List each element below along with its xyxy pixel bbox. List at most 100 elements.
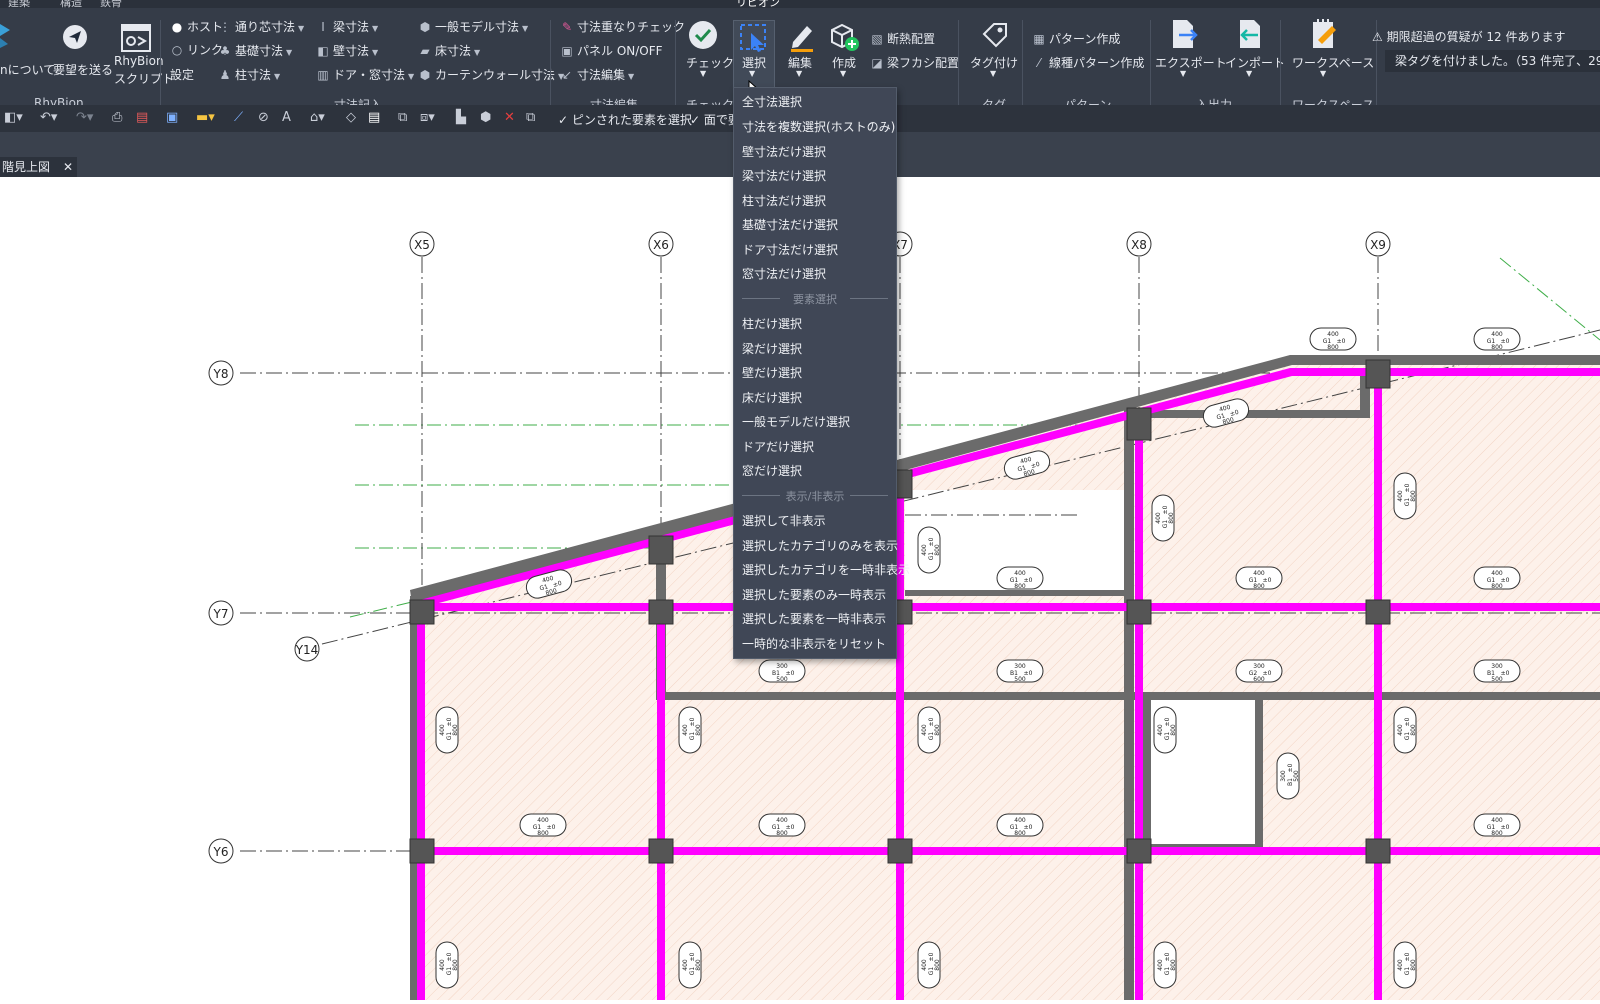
generic-model-dim-button[interactable]: ⬢ 一般モデル寸法 ▼ bbox=[418, 18, 528, 35]
send-icon[interactable] bbox=[62, 24, 88, 54]
chevron-down-icon[interactable]: ▼ bbox=[1246, 69, 1252, 78]
sheet-icon[interactable]: ▣ bbox=[166, 110, 178, 125]
export-button[interactable]: エクスポート bbox=[1155, 54, 1227, 71]
slab-tag[interactable]: 400 G1 ±0 800 bbox=[917, 526, 941, 574]
export-pdf-icon[interactable]: ▤ bbox=[136, 110, 148, 125]
foundation-dim-button[interactable]: ♣ 基礎寸法 ▼ bbox=[218, 42, 293, 59]
settings-button[interactable]: 設定 bbox=[170, 66, 194, 83]
create-box-icon[interactable] bbox=[828, 20, 860, 56]
floor-dim-button[interactable]: ▰ 床寸法 ▼ bbox=[418, 42, 480, 59]
menu-item-walls[interactable]: 壁だけ選択 bbox=[742, 364, 802, 381]
menu-item-temp-hide-category[interactable]: 選択したカテゴリを一時非表示 bbox=[742, 561, 910, 578]
copy-icon[interactable]: ⧉ bbox=[526, 110, 535, 125]
menu-tab[interactable]: 建築 bbox=[8, 0, 30, 8]
slab-tag[interactable]: 300 B1 ±0 500 bbox=[1276, 752, 1300, 800]
curtain-wall-dim-button[interactable]: ⬢ カーテンウォール寸法 ▼ bbox=[418, 66, 564, 83]
menu-item-doors[interactable]: ドアだけ選択 bbox=[742, 438, 814, 455]
menu-item-floors[interactable]: 床だけ選択 bbox=[742, 389, 802, 406]
array-icon[interactable]: ⬢ bbox=[480, 110, 491, 125]
thin-lines-icon[interactable]: ▤ bbox=[368, 110, 380, 125]
slab-tag[interactable]: 400 G1 ±0 800 bbox=[435, 941, 459, 989]
slab-tag[interactable]: 400 G1 ±0 800 bbox=[435, 706, 459, 754]
pencil-icon[interactable] bbox=[788, 20, 816, 56]
chevron-down-icon[interactable]: ▼ bbox=[700, 69, 706, 78]
workspace-icon[interactable] bbox=[1310, 18, 1340, 54]
slab-tag[interactable]: 400 G1 ±0 800 bbox=[1393, 472, 1417, 520]
menu-item-beams[interactable]: 梁だけ選択 bbox=[742, 340, 802, 357]
slab-tag[interactable]: 400 G1 ±0 800 bbox=[758, 813, 806, 837]
import-button[interactable]: インポート bbox=[1225, 54, 1285, 71]
cube-icon[interactable]: ◧▾ bbox=[4, 110, 23, 125]
slab-tag[interactable]: 400 G1 ±0 800 bbox=[1473, 566, 1521, 590]
menu-item-temp-isolate-elements[interactable]: 選択した要素のみ一時表示 bbox=[742, 586, 886, 603]
menu-item-wall-dims[interactable]: 壁寸法だけ選択 bbox=[742, 143, 826, 160]
slab-tag[interactable]: 400 G1 ±0 800 bbox=[519, 813, 567, 837]
menu-item-columns[interactable]: 柱だけ選択 bbox=[742, 315, 802, 332]
menu-item-column-dims[interactable]: 柱寸法だけ選択 bbox=[742, 192, 826, 209]
chevron-down-icon[interactable]: ▼ bbox=[840, 69, 846, 78]
pattern-create-button[interactable]: ▦ パターン作成 bbox=[1032, 30, 1120, 47]
about-button[interactable]: nについて bbox=[0, 61, 55, 78]
undo-icon[interactable]: ↶▾ bbox=[40, 110, 57, 125]
dimension-icon[interactable]: ⟋ bbox=[234, 110, 243, 125]
beam-dim-button[interactable]: Ⅰ 梁寸法 ▼ bbox=[316, 18, 378, 35]
pinned-select-toggle[interactable]: ✓ ピンされた要素を選択 bbox=[558, 111, 692, 128]
menu-item-temp-hide-elements[interactable]: 選択した要素を一時非表示 bbox=[742, 610, 886, 627]
overdue-notice[interactable]: ⚠ 期限超過の質疑が 12 件あります bbox=[1372, 28, 1565, 45]
tag-small-icon[interactable]: ⊘ bbox=[258, 110, 269, 125]
menu-item-beam-dims[interactable]: 梁寸法だけ選択 bbox=[742, 167, 826, 184]
chevron-down-icon[interactable]: ▼ bbox=[990, 69, 996, 78]
panel-toggle-button[interactable]: ▣ パネル ON/OFF bbox=[560, 42, 662, 59]
column-dim-button[interactable]: ♟ 柱寸法 ▼ bbox=[218, 66, 281, 83]
menu-item-reset-temp-hide[interactable]: 一時的な非表示をリセット bbox=[742, 635, 886, 652]
slab-tag[interactable]: 400 G1 ±0 800 bbox=[1153, 706, 1177, 754]
check-button[interactable]: チェック bbox=[686, 54, 734, 71]
slab-tag[interactable]: 400 G1 ±0 800 bbox=[996, 566, 1044, 590]
slab-tag[interactable]: 300 B1 ±0 500 bbox=[1473, 659, 1521, 683]
grid-dim-button[interactable]: ⋮ 通り芯寸法 ▼ bbox=[218, 18, 304, 35]
print-icon[interactable]: ⎙ bbox=[112, 110, 122, 125]
slab-tag[interactable]: 400 G1 ±0 800 bbox=[1153, 941, 1177, 989]
slab-tag[interactable]: 400 G1 ±0 800 bbox=[917, 941, 941, 989]
text-icon[interactable]: A bbox=[282, 110, 291, 125]
close-views-icon[interactable]: ⧉ bbox=[398, 110, 407, 125]
slab-tag[interactable]: 400 G1 ±0 800 bbox=[678, 941, 702, 989]
menu-item-window-dims[interactable]: 窓寸法だけ選択 bbox=[742, 265, 826, 282]
insulation-button[interactable]: ▧ 断熱配置 bbox=[870, 30, 935, 47]
slab-tag[interactable]: 400 G1 ±0 800 bbox=[996, 813, 1044, 837]
chevron-down-icon[interactable]: ▼ bbox=[1320, 69, 1326, 78]
workspace-button[interactable]: ワークスペース bbox=[1292, 54, 1374, 71]
menu-item-multi-select-dims[interactable]: 寸法を複数選択(ホストのみ) bbox=[742, 118, 895, 135]
slab-tag[interactable]: 400 G1 ±0 800 bbox=[1473, 813, 1521, 837]
slab-tag[interactable]: 400 G1 ±0 800 bbox=[678, 706, 702, 754]
script-icon[interactable] bbox=[121, 24, 151, 56]
close-icon[interactable]: ✕ bbox=[63, 157, 73, 177]
slab-tag[interactable]: 400 G1 ±0 800 bbox=[1235, 566, 1283, 590]
export-icon[interactable] bbox=[1170, 18, 1200, 54]
import-icon[interactable] bbox=[1234, 18, 1264, 54]
slab-tag[interactable]: 300 B1 ±0 500 bbox=[996, 659, 1044, 683]
menu-tab[interactable]: 構造 bbox=[60, 0, 82, 8]
menu-item-show-category-only[interactable]: 選択したカテゴリのみを表示 bbox=[742, 537, 898, 554]
line-pattern-create-button[interactable]: ⁄ 線種パターン作成 bbox=[1032, 54, 1144, 71]
slab-tag[interactable]: 400 G1 ±0 800 bbox=[917, 706, 941, 754]
section-icon[interactable]: ◇ bbox=[346, 110, 356, 125]
slab-tag[interactable]: 400 G1 ±0 800 bbox=[1151, 494, 1175, 542]
chevron-down-icon[interactable]: ▼ bbox=[1180, 69, 1186, 78]
feedback-button[interactable]: 要望を送る bbox=[53, 61, 113, 78]
slab-tag[interactable]: 400 G1 ±0 800 bbox=[1393, 941, 1417, 989]
switch-windows-icon[interactable]: ⧈▾ bbox=[420, 110, 435, 125]
slab-tag[interactable]: 300 B1 ±0 500 bbox=[758, 659, 806, 683]
select-icon[interactable] bbox=[740, 24, 768, 56]
menu-item-hide-selected[interactable]: 選択して非表示 bbox=[742, 512, 826, 529]
host-radio[interactable]: ● ホスト bbox=[170, 18, 223, 35]
about-icon[interactable] bbox=[0, 20, 14, 54]
view-tab[interactable]: 階見上図 ✕ bbox=[0, 157, 77, 177]
wall-dim-button[interactable]: ◧ 壁寸法 ▼ bbox=[316, 42, 378, 59]
menu-item-generic-models[interactable]: 一般モデルだけ選択 bbox=[742, 413, 850, 430]
align-icon[interactable]: ▙ bbox=[456, 110, 466, 125]
dim-edit-button[interactable]: ↙ 寸法編集 ▼ bbox=[560, 66, 634, 83]
delete-icon[interactable]: ✕ bbox=[504, 110, 515, 125]
beam-fukashi-button[interactable]: ◪ 梁フカシ配置 bbox=[870, 54, 959, 71]
menu-item-door-dims[interactable]: ドア寸法だけ選択 bbox=[742, 241, 838, 258]
